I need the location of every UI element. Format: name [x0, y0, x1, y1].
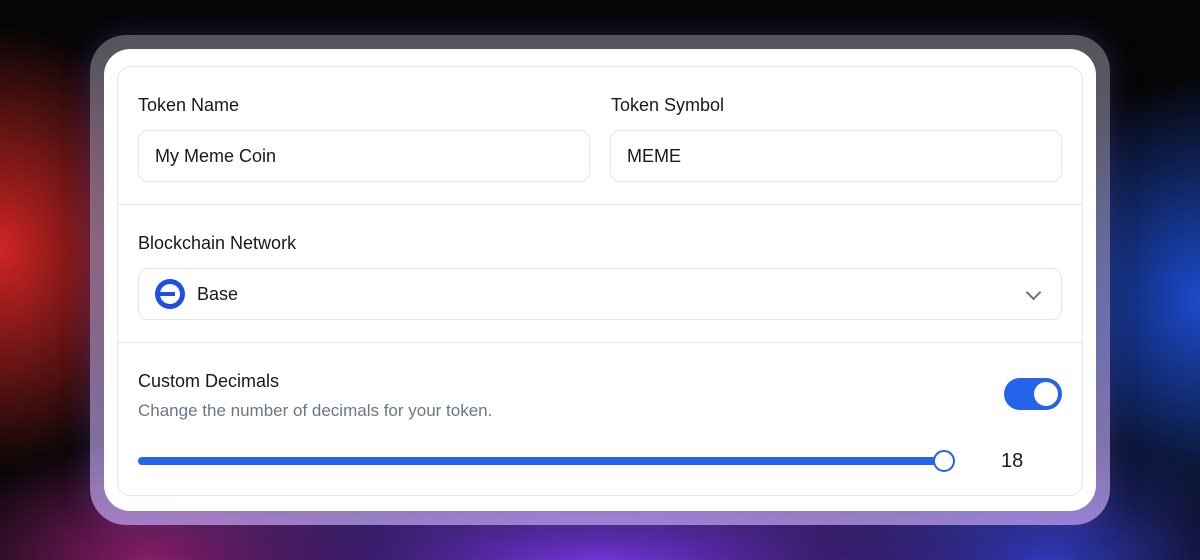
token-name-label: Token Name [138, 95, 240, 115]
chevron-down-icon [1025, 284, 1042, 301]
network-label: Blockchain Network [138, 233, 297, 253]
custom-decimals-description: Change the number of decimals for your t… [138, 401, 493, 420]
base-network-icon [155, 279, 185, 309]
toggle-knob [1034, 382, 1058, 406]
decimals-slider-fill [138, 457, 942, 465]
decimals-slider-thumb[interactable] [933, 450, 955, 472]
decimals-slider-track[interactable] [138, 457, 942, 465]
token-name-input[interactable]: My Meme Coin [138, 130, 590, 182]
decimals-value: 18 [1001, 450, 1024, 472]
token-settings-card: Token Name My Meme Coin Token Symbol MEM… [117, 66, 1083, 496]
token-symbol-input[interactable]: MEME [610, 130, 1062, 182]
token-symbol-label: Token Symbol [611, 95, 725, 115]
network-select[interactable]: Base [138, 268, 1062, 320]
custom-decimals-toggle[interactable] [1004, 378, 1062, 410]
network-selected-value: Base [197, 283, 239, 304]
network-section: Blockchain Network Base [118, 205, 1082, 343]
custom-decimals-section: Custom Decimals Change the number of dec… [118, 343, 1082, 495]
token-name-value: My Meme Coin [155, 145, 277, 166]
token-details-section: Token Name My Meme Coin Token Symbol MEM… [118, 67, 1082, 205]
token-symbol-value: MEME [627, 145, 681, 166]
custom-decimals-label: Custom Decimals [138, 371, 280, 391]
